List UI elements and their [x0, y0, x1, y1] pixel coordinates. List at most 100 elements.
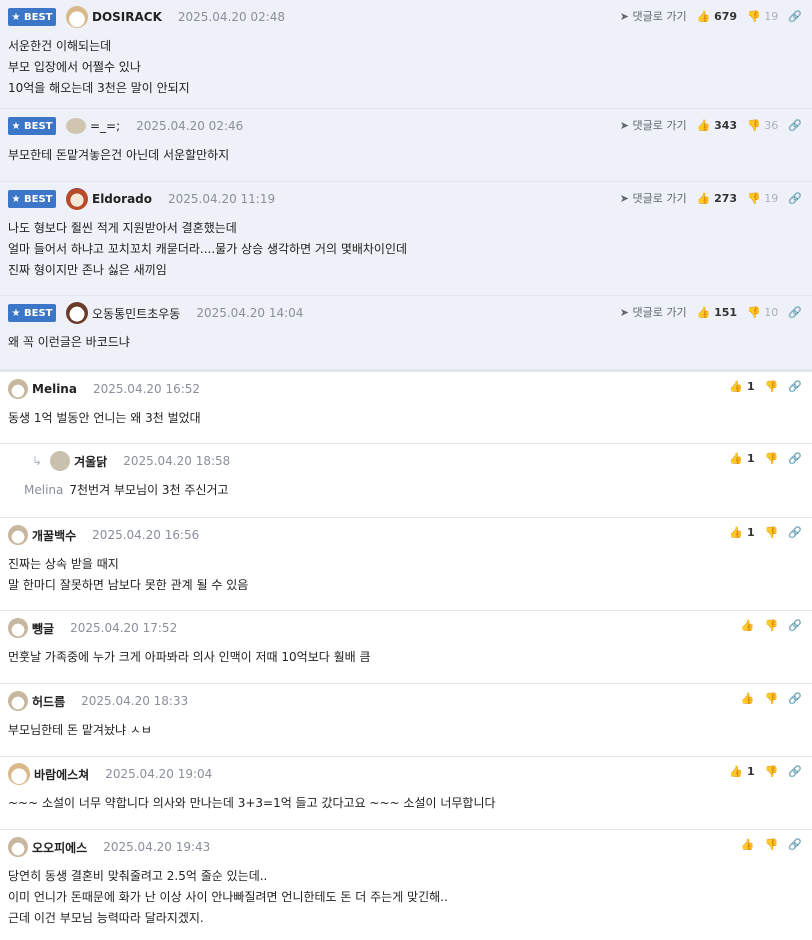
username[interactable]: 오오피에스	[32, 839, 87, 856]
username[interactable]: 허드름	[32, 693, 65, 710]
link-icon[interactable]: 🔗	[788, 306, 802, 319]
avatar[interactable]	[50, 451, 71, 471]
comment-header: 뺑글 2025.04.20 17:52	[8, 618, 804, 638]
best-comment: ★ BEST 오동통민트초우동 2025.04.20 14:04 ➤ 댓글로 가…	[0, 296, 812, 370]
upvote-button[interactable]: 👍	[741, 619, 755, 632]
upvote-button[interactable]: 👍 679	[697, 10, 738, 23]
avatar[interactable]	[8, 525, 28, 545]
goto-reply-link[interactable]: ➤ 댓글로 가기	[620, 304, 687, 320]
comment: 바람에스쳐 2025.04.20 19:04 👍 1 👎 🔗 ~~~ 소설이 너…	[0, 757, 812, 830]
avatar[interactable]	[66, 188, 88, 210]
avatar[interactable]	[8, 618, 28, 638]
upvote-button[interactable]: 👍 1	[729, 526, 754, 539]
comment-header: Melina 2025.04.20 16:52	[8, 379, 804, 399]
username[interactable]: 오동통민트초우동	[92, 305, 180, 322]
thumbs-down-icon: 👎	[764, 838, 779, 851]
comment-line: 진짜는 상속 받을 때지	[8, 557, 119, 571]
downvote-button[interactable]: 👎	[765, 619, 779, 632]
thumbs-down-icon: 👎	[764, 526, 779, 539]
comment-line: 10억을 해오는데 3천은 말이 안되지	[8, 81, 190, 95]
comment-body: 먼훗날 가족중에 누가 크게 아파봐라 의사 인맥이 저때 10억보다 훨배 큼	[8, 637, 804, 678]
comment-body: 나도 형보다 쥘씬 적게 지원받아서 결혼했는데 얼마 들어서 하냐고 꼬치꼬치…	[8, 208, 804, 291]
downvote-button[interactable]: 👎	[765, 380, 779, 393]
best-label: BEST	[23, 11, 53, 23]
thumbs-down-icon: 👎	[747, 118, 761, 132]
thumbs-up-icon: 👍	[729, 380, 744, 393]
upvote-button[interactable]: 👍 1	[729, 452, 754, 465]
avatar[interactable]	[66, 118, 86, 134]
downvote-button[interactable]: 👎	[765, 526, 779, 539]
goto-reply-link[interactable]: ➤ 댓글로 가기	[620, 8, 687, 24]
comment-date: 2025.04.20 16:56	[92, 528, 200, 542]
username[interactable]: 겨울닭	[74, 453, 107, 470]
reply-to-user[interactable]: Melina	[24, 483, 63, 497]
link-icon[interactable]: 🔗	[788, 526, 802, 539]
comment-header: 허드름 2025.04.20 18:33	[8, 691, 804, 711]
link-icon[interactable]: 🔗	[788, 838, 802, 851]
upvote-button[interactable]: 👍 1	[729, 765, 754, 778]
downvote-button[interactable]: 👎	[765, 765, 779, 778]
best-comment: ★ BEST DOSIRACK 2025.04.20 02:48 ➤ 댓글로 가…	[0, 0, 812, 109]
thumbs-up-icon: 👍	[696, 118, 711, 132]
comment-line: 부모님한테 돈 맡겨놨냐 ㅅㅂ	[8, 723, 152, 737]
comment-reply: ↳ 겨울닭 2025.04.20 18:58 👍 1 👎 🔗 Melina 7천번…	[0, 444, 812, 518]
thumbs-up-icon: 👍	[740, 619, 755, 632]
downvote-button[interactable]: 👎 19	[747, 192, 778, 205]
downvote-button[interactable]: 👎	[765, 838, 779, 851]
upvote-button[interactable]: 👍	[741, 692, 755, 705]
comment-actions: ➤ 댓글로 가기 👍 679 👎 19 🔗	[620, 8, 802, 24]
username[interactable]: =_=;	[90, 119, 120, 133]
avatar[interactable]	[8, 691, 28, 711]
comment-actions: ➤ 댓글로 가기 👍 343 👎 36 🔗	[620, 117, 802, 133]
avatar[interactable]	[66, 302, 88, 324]
link-icon[interactable]: 🔗	[788, 619, 802, 632]
downvote-count: 19	[764, 9, 779, 23]
comment-body: ~~~ 소설이 너무 약합니다 의사와 만나는데 3+3=1억 들고 갔다고요 …	[8, 783, 804, 824]
comment: Melina 2025.04.20 16:52 👍 1 👎 🔗 동생 1억 벌동…	[0, 372, 812, 444]
link-icon[interactable]: 🔗	[788, 10, 802, 23]
comment-body: 당연히 동생 결혼비 맞춰줄려고 2.5억 줄순 있는데.. 이미 언니가 돈때…	[8, 856, 804, 939]
username[interactable]: DOSIRACK	[92, 10, 162, 24]
username[interactable]: Melina	[32, 382, 77, 396]
comment-body: 서운한건 이해되는데 부모 입장에서 어쩔수 있나 10억을 해오는데 3천은 …	[8, 26, 804, 109]
upvote-count: 343	[714, 118, 738, 132]
link-icon[interactable]: 🔗	[788, 119, 802, 132]
downvote-button[interactable]: 👎 36	[747, 119, 778, 132]
downvote-button[interactable]: 👎 19	[747, 10, 778, 23]
downvote-count: 10	[764, 305, 779, 319]
username[interactable]: 개꿀백수	[32, 527, 76, 544]
goto-reply-link[interactable]: ➤ 댓글로 가기	[620, 117, 687, 133]
upvote-count: 1	[746, 526, 755, 539]
username[interactable]: 바람에스쳐	[34, 766, 89, 783]
link-icon[interactable]: 🔗	[788, 692, 802, 705]
comment-actions: 👍 1 👎 🔗	[729, 765, 802, 778]
link-icon[interactable]: 🔗	[788, 192, 802, 205]
avatar[interactable]	[8, 763, 30, 785]
link-icon[interactable]: 🔗	[788, 380, 802, 393]
upvote-button[interactable]: 👍 343	[697, 119, 738, 132]
comment-line: 동생 1억 벌동안 언니는 왜 3천 벌었대	[8, 411, 201, 425]
downvote-button[interactable]: 👎	[765, 692, 779, 705]
link-icon[interactable]: 🔗	[788, 765, 802, 778]
upvote-count: 679	[714, 9, 738, 23]
avatar[interactable]	[8, 837, 28, 857]
downvote-button[interactable]: 👎	[765, 452, 779, 465]
thumbs-down-icon: 👎	[764, 619, 779, 632]
upvote-button[interactable]: 👍 151	[697, 306, 738, 319]
comment-body: 부모한테 돈맡겨놓은건 아닌데 서운할만하지	[8, 135, 804, 176]
goto-reply-link[interactable]: ➤ 댓글로 가기	[620, 190, 687, 206]
username[interactable]: 뺑글	[32, 620, 54, 637]
comment-body: 부모님한테 돈 맡겨놨냐 ㅅㅂ	[8, 710, 804, 751]
upvote-button[interactable]: 👍	[741, 838, 755, 851]
username[interactable]: Eldorado	[92, 192, 152, 206]
comment-header: 오오피에스 2025.04.20 19:43	[8, 837, 804, 857]
thumbs-up-icon: 👍	[696, 305, 711, 319]
thumbs-down-icon: 👎	[764, 380, 779, 393]
downvote-button[interactable]: 👎 10	[747, 306, 778, 319]
comment-line: 당연히 동생 결혼비 맞춰줄려고 2.5억 줄순 있는데..	[8, 869, 268, 883]
upvote-button[interactable]: 👍 273	[697, 192, 738, 205]
avatar[interactable]	[8, 379, 28, 399]
upvote-button[interactable]: 👍 1	[729, 380, 754, 393]
link-icon[interactable]: 🔗	[788, 452, 802, 465]
avatar[interactable]	[66, 6, 88, 28]
